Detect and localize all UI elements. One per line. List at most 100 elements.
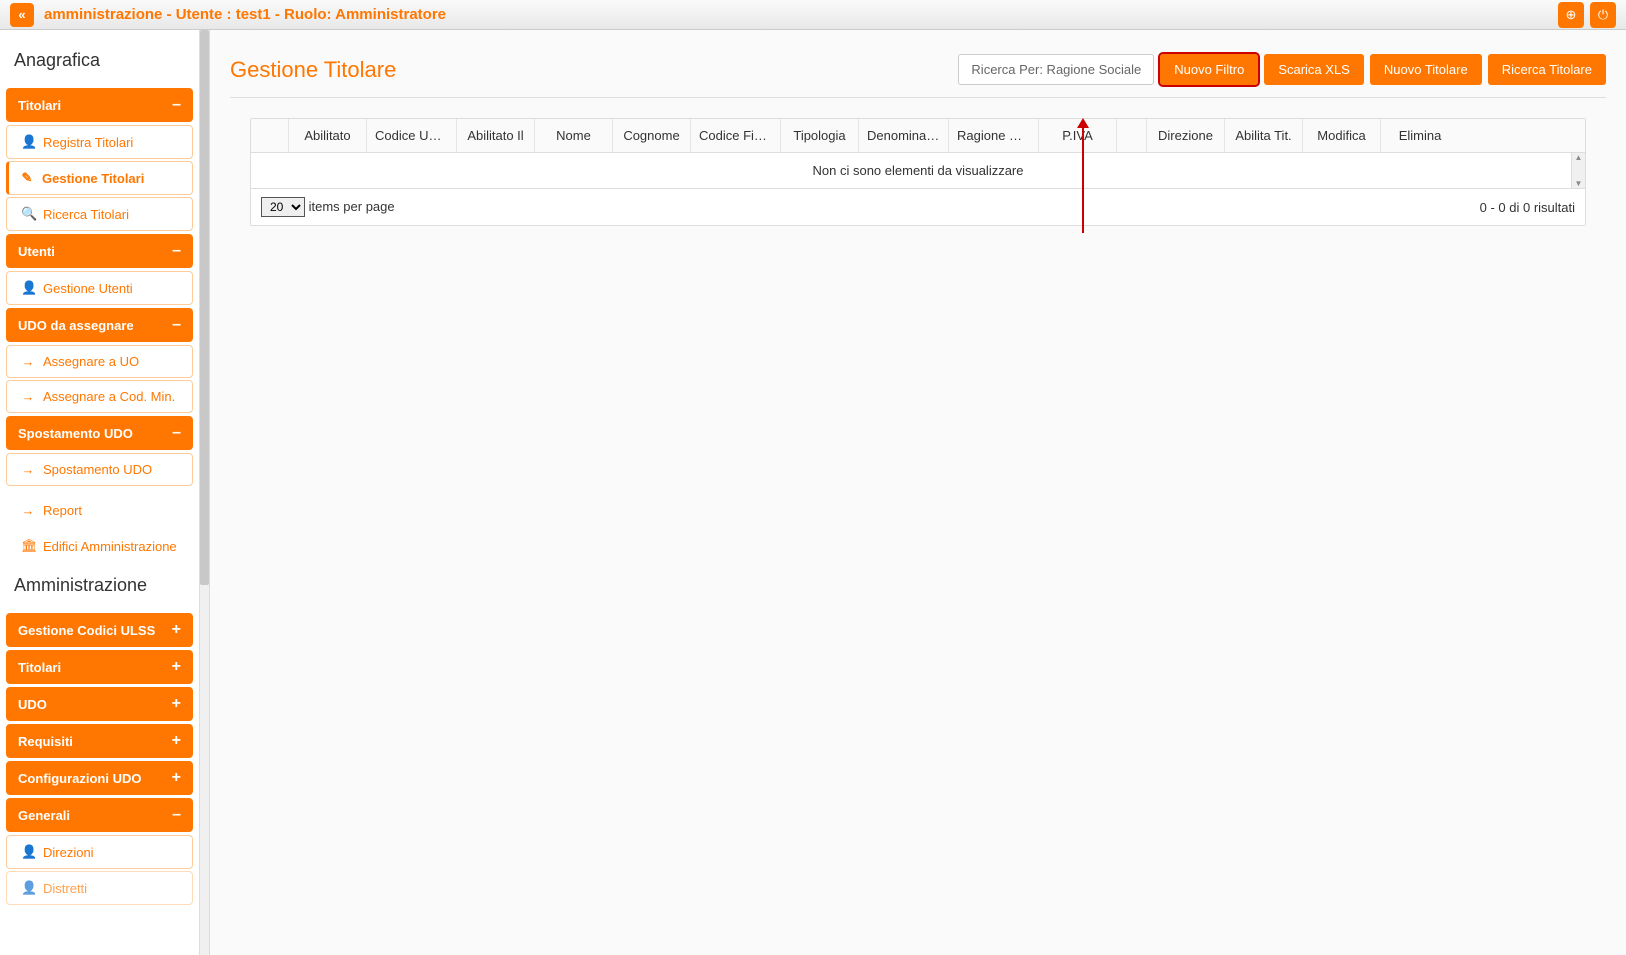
sidebar-group-label: Titolari <box>18 98 61 113</box>
sidebar-group-udo-assegnare[interactable]: UDO da assegnare – <box>6 308 193 342</box>
sidebar-group-config-udo[interactable]: Configurazioni UDO + <box>6 761 193 795</box>
sidebar-item-spostamento-udo[interactable]: → Spostamento UDO <box>6 453 193 486</box>
grid-col-abilita-tit[interactable]: Abilita Tit. <box>1225 119 1303 152</box>
sidebar-item-assegnare-cod[interactable]: → Assegnare a Cod. Min. <box>6 380 193 413</box>
grid-col-cognome[interactable]: Cognome <box>613 119 691 152</box>
sidebar-item-label: Assegnare a UO <box>43 354 139 369</box>
sidebar-item-label: Direzioni <box>43 845 94 860</box>
sidebar-item-label: Registra Titolari <box>43 135 133 150</box>
nuovo-titolare-button[interactable]: Nuovo Titolare <box>1370 54 1482 85</box>
ricerca-titolare-button[interactable]: Ricerca Titolare <box>1488 54 1606 85</box>
main-content: Gestione Titolare Ricerca Per: Ragione S… <box>210 30 1626 955</box>
grid-header-row: Abilitato Codice Univ... Abilitato Il No… <box>251 119 1585 153</box>
expand-icon: + <box>172 695 181 713</box>
result-summary: 0 - 0 di 0 risultati <box>1480 200 1575 215</box>
user-icon: 👤 <box>21 844 35 860</box>
sidebar: Anagrafica Titolari – 👤 Registra Titolar… <box>0 30 200 955</box>
grid-col-abilitato-il[interactable]: Abilitato Il <box>457 119 535 152</box>
arrow-right-icon: → <box>21 389 35 404</box>
edit-icon: ✎ <box>20 170 34 186</box>
grid-col-tipologia[interactable]: Tipologia <box>781 119 859 152</box>
expand-icon: + <box>172 732 181 750</box>
scarica-xls-button[interactable]: Scarica XLS <box>1264 54 1364 85</box>
collapse-icon: – <box>172 96 181 114</box>
sidebar-item-label: Gestione Utenti <box>43 281 133 296</box>
grid-empty-message: Non ci sono elementi da visualizzare ▲▼ <box>251 153 1585 189</box>
sidebar-group-titolari2[interactable]: Titolari + <box>6 650 193 684</box>
sidebar-group-label: Utenti <box>18 244 55 259</box>
sidebar-item-label: Distretti <box>43 881 87 896</box>
grid-col-ragione-so[interactable]: Ragione So... <box>949 119 1039 152</box>
sidebar-heading-amministrazione: Amministrazione <box>0 565 199 610</box>
sidebar-item-edifici[interactable]: 🏛 Edifici Amministrazione <box>6 529 193 563</box>
grid-col-codice-univ[interactable]: Codice Univ... <box>367 119 457 152</box>
sidebar-item-distretti[interactable]: 👤 Distretti <box>6 871 193 905</box>
sidebar-item-label: Report <box>43 503 82 518</box>
sidebar-item-assegnare-uo[interactable]: → Assegnare a UO <box>6 345 193 378</box>
sidebar-item-label: Ricerca Titolari <box>43 207 129 222</box>
nuovo-filtro-button[interactable]: Nuovo Filtro <box>1160 54 1258 85</box>
sidebar-item-direzioni[interactable]: 👤 Direzioni <box>6 835 193 869</box>
sidebar-group-utenti[interactable]: Utenti – <box>6 234 193 268</box>
data-grid: Abilitato Codice Univ... Abilitato Il No… <box>250 118 1586 226</box>
grid-vertical-scrollbar[interactable]: ▲▼ <box>1571 153 1585 188</box>
sidebar-item-label: Spostamento UDO <box>43 462 152 477</box>
grid-col-abilitato[interactable]: Abilitato <box>289 119 367 152</box>
sidebar-group-label: Configurazioni UDO <box>18 771 142 786</box>
topbar: « amministrazione - Utente : test1 - Ruo… <box>0 0 1626 30</box>
arrow-right-icon: → <box>21 354 35 369</box>
collapse-icon: – <box>172 316 181 334</box>
sidebar-item-gestione-utenti[interactable]: 👤 Gestione Utenti <box>6 271 193 305</box>
sidebar-group-label: Requisiti <box>18 734 73 749</box>
user-icon: 👤 <box>21 880 35 896</box>
scrollbar-thumb[interactable] <box>200 30 209 585</box>
collapse-icon: – <box>172 424 181 442</box>
page-size-select[interactable]: 20 <box>261 197 305 217</box>
sidebar-item-registra-titolari[interactable]: 👤 Registra Titolari <box>6 125 193 159</box>
expand-icon: + <box>172 658 181 676</box>
sidebar-group-udo[interactable]: UDO + <box>6 687 193 721</box>
grid-col-nome[interactable]: Nome <box>535 119 613 152</box>
sidebar-group-generali[interactable]: Generali – <box>6 798 193 832</box>
grid-col-elimina[interactable]: Elimina <box>1381 119 1459 152</box>
sidebar-group-requisiti[interactable]: Requisiti + <box>6 724 193 758</box>
sidebar-group-label: Spostamento UDO <box>18 426 133 441</box>
sidebar-item-ricerca-titolari[interactable]: 🔍 Ricerca Titolari <box>6 197 193 231</box>
sidebar-group-label: Gestione Codici ULSS <box>18 623 155 638</box>
header-actions: Ricerca Per: Ragione Sociale Nuovo Filtr… <box>958 54 1606 85</box>
sidebar-group-label: Titolari <box>18 660 61 675</box>
sidebar-item-label: Assegnare a Cod. Min. <box>43 389 175 404</box>
app-title: amministrazione - Utente : test1 - Ruolo… <box>44 6 1552 23</box>
user-plus-icon: 👤 <box>21 134 35 150</box>
grid-col-checkbox[interactable] <box>251 119 289 152</box>
sidebar-scrollbar[interactable] <box>200 30 210 955</box>
sidebar-item-label: Edifici Amministrazione <box>43 539 177 554</box>
sidebar-heading-anagrafica: Anagrafica <box>0 40 199 85</box>
collapse-icon: – <box>172 806 181 824</box>
building-icon: 🏛 <box>21 538 35 554</box>
grid-empty-text: Non ci sono elementi da visualizzare <box>813 163 1024 178</box>
sidebar-group-titolari[interactable]: Titolari – <box>6 88 193 122</box>
user-icon: 👤 <box>21 280 35 296</box>
globe-icon[interactable]: ⊕ <box>1558 2 1584 28</box>
sidebar-collapse-button[interactable]: « <box>10 3 34 27</box>
page-title: Gestione Titolare <box>230 57 396 83</box>
power-icon[interactable]: ⏻ <box>1590 2 1616 28</box>
grid-col-codice-fisc[interactable]: Codice Fisc... <box>691 119 781 152</box>
arrow-right-icon: → <box>21 503 35 518</box>
grid-col-denominazi[interactable]: Denominazi... <box>859 119 949 152</box>
sidebar-group-gestione-codici[interactable]: Gestione Codici ULSS + <box>6 613 193 647</box>
arrow-right-icon: → <box>21 462 35 477</box>
sidebar-item-label: Gestione Titolari <box>42 171 144 186</box>
grid-col-direzione[interactable]: Direzione <box>1147 119 1225 152</box>
search-filter-display[interactable]: Ricerca Per: Ragione Sociale <box>958 54 1154 85</box>
sidebar-item-report[interactable]: → Report <box>6 494 193 527</box>
sidebar-group-label: Generali <box>18 808 70 823</box>
grid-col-piva[interactable]: P.IVA <box>1039 119 1117 152</box>
sidebar-item-gestione-titolari[interactable]: ✎ Gestione Titolari <box>6 161 193 195</box>
sidebar-group-label: UDO da assegnare <box>18 318 134 333</box>
grid-footer: 20 items per page 0 - 0 di 0 risultati <box>251 189 1585 225</box>
sidebar-group-spostamento-udo[interactable]: Spostamento UDO – <box>6 416 193 450</box>
page-size-label: items per page <box>309 199 395 214</box>
grid-col-modifica[interactable]: Modifica <box>1303 119 1381 152</box>
